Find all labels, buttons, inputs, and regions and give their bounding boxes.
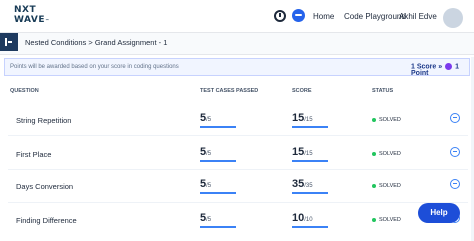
score-value: 15/15 (292, 112, 313, 124)
timer-icon[interactable] (274, 10, 286, 22)
sidebar-toggle-button[interactable] (0, 33, 18, 51)
header-question: QUESTION (10, 88, 39, 94)
status-badge: SOLVED (372, 117, 401, 123)
table-row[interactable]: String Repetition 5/5 15/15 SOLVED (0, 103, 474, 133)
test-cases-value: 5/5 (200, 178, 212, 190)
score-value: 15/15 (292, 146, 313, 158)
test-cases-progress-bar (200, 126, 236, 128)
nav-code-playground-link[interactable]: Code Playground (344, 12, 406, 21)
score-progress-bar (292, 160, 328, 162)
test-cases-value: 5/5 (200, 212, 212, 224)
arrow-right-circle-icon[interactable] (450, 179, 460, 189)
row-divider (8, 135, 468, 136)
top-navbar: NXT WAVE™ Home Code Playground Akhil Edv… (0, 0, 474, 33)
status-dot-icon (372, 151, 376, 156)
points-badge-icon (445, 63, 453, 70)
info-banner: Points will be awarded based on your sco… (0, 58, 474, 77)
table-row[interactable]: First Place 5/5 15/15 SOLVED (0, 137, 474, 167)
table-row[interactable]: Finding Difference 5/5 10/10 SOLVED (0, 203, 474, 233)
status-dot-icon (372, 183, 376, 188)
test-cases-progress-bar (200, 192, 236, 194)
nav-home-link[interactable]: Home (313, 12, 334, 21)
info-box: Points will be awarded based on your sco… (4, 58, 470, 77)
score-value: 10/10 (292, 212, 313, 224)
score-progress-bar (292, 192, 328, 194)
table-row[interactable]: Days Conversion 5/5 35/35 SOLVED (0, 169, 474, 199)
arrow-right-circle-icon[interactable] (450, 147, 460, 157)
status-dot-icon (372, 217, 376, 222)
status-dot-icon (372, 117, 376, 122)
help-button[interactable]: Help (418, 203, 460, 223)
table-header: QUESTION TEST CASES PASSED SCORE STATUS (0, 88, 474, 98)
header-status: STATUS (372, 88, 394, 94)
test-cases-value: 5/5 (200, 146, 212, 158)
status-badge: SOLVED (372, 217, 401, 223)
score-value: 35/35 (292, 178, 313, 190)
test-cases-progress-bar (200, 226, 236, 228)
info-message: Points will be awarded based on your sco… (10, 64, 179, 70)
arrow-text: » (438, 63, 443, 71)
nxtwave-logo[interactable]: NXT WAVE™ (14, 5, 50, 29)
header-score: SCORE (292, 88, 312, 94)
score-progress-bar (292, 226, 328, 228)
question-name: String Repetition (16, 116, 72, 125)
chat-icon[interactable] (292, 9, 305, 22)
question-name: First Place (16, 150, 52, 159)
status-badge: SOLVED (372, 183, 401, 189)
score-points-rule: 1 Score » 1 Point (411, 63, 469, 77)
arrow-right-circle-icon[interactable] (450, 113, 460, 123)
test-cases-value: 5/5 (200, 112, 212, 124)
header-test-cases: TEST CASES PASSED (200, 88, 259, 94)
logo-line1: NXT (14, 5, 37, 15)
avatar[interactable] (443, 8, 463, 28)
breadcrumb-bar: Nested Conditions > Grand Assignment - 1 (0, 33, 474, 55)
score-progress-bar (292, 126, 328, 128)
question-name: Days Conversion (16, 182, 74, 191)
user-name[interactable]: Akhil Edve (399, 12, 437, 21)
score-rule-text: 1 Score (411, 63, 437, 71)
expand-sidebar-icon (5, 38, 12, 46)
question-name: Finding Difference (16, 216, 77, 225)
logo-line2: WAVE™ (14, 15, 50, 25)
breadcrumb: Nested Conditions > Grand Assignment - 1 (25, 38, 168, 47)
status-badge: SOLVED (372, 151, 401, 157)
test-cases-progress-bar (200, 160, 236, 162)
